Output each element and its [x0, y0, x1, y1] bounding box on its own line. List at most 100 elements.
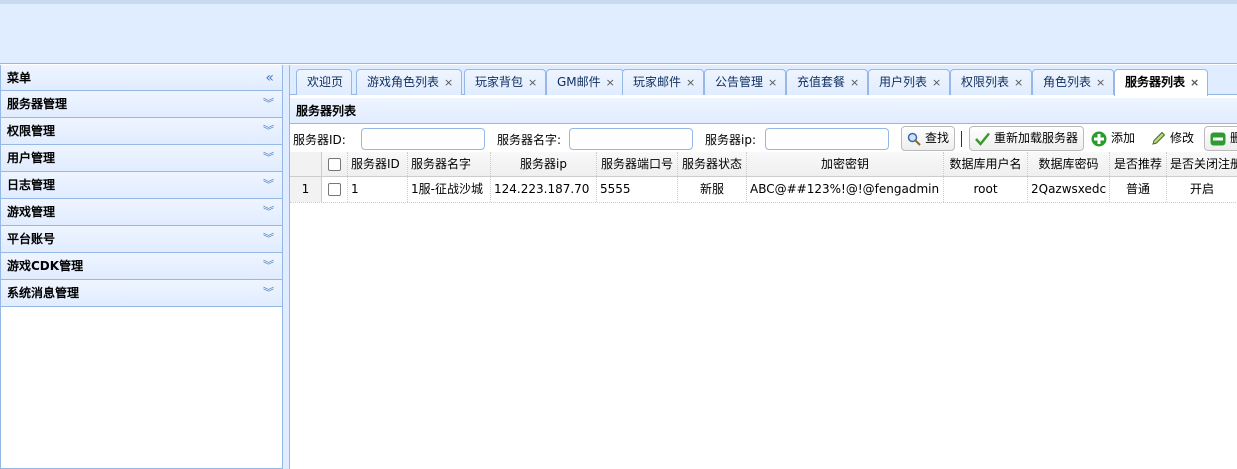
- sidebar-menu: 菜单 « 服务器管理 ︾ 权限管理 ︾ 用户管理 ︾ 日志管理 ︾ 游戏管理 ︾ 平台账号…: [0, 65, 283, 469]
- tab-label: 用户列表: [879, 75, 928, 89]
- tab-label: 权限列表: [961, 75, 1010, 89]
- tab-player-bag[interactable]: 玩家背包 ×: [464, 69, 547, 95]
- sidebar-item-platform-account[interactable]: 平台账号 ︾: [1, 226, 282, 253]
- server-id-label: 服务器ID:: [293, 133, 346, 147]
- tab-recharge-package[interactable]: 充值套餐 ×: [786, 69, 869, 95]
- sidebar-item-permission-management[interactable]: 权限管理 ︾: [1, 118, 282, 145]
- column-header[interactable]: 服务器ID: [348, 152, 408, 176]
- panel-title: 服务器列表: [290, 98, 1237, 124]
- server-ip-input[interactable]: [765, 128, 889, 150]
- close-icon[interactable]: ×: [686, 76, 695, 89]
- tab-label: 游戏角色列表: [367, 75, 440, 89]
- sidebar-item-label: 平台账号: [7, 232, 56, 246]
- sidebar-item-log-management[interactable]: 日志管理 ︾: [1, 172, 282, 199]
- search-toolbar: 服务器ID: 服务器名字: 服务器ip: 查找 重新加载服务器 添加 修改 删: [290, 124, 1237, 154]
- tab-role-list[interactable]: 角色列表 ×: [1032, 69, 1115, 95]
- chevron-down-icon: ︾: [263, 151, 274, 164]
- sidebar-item-cdk-management[interactable]: 游戏CDK管理 ︾: [1, 253, 282, 280]
- column-header[interactable]: 数据库密码: [1028, 152, 1110, 176]
- sidebar-item-label: 系统消息管理: [7, 286, 80, 300]
- search-button[interactable]: 查找: [901, 126, 956, 151]
- column-header[interactable]: 是否关闭注册: [1167, 152, 1237, 176]
- close-icon[interactable]: ×: [768, 76, 777, 89]
- close-icon[interactable]: ×: [1014, 76, 1023, 89]
- column-header[interactable]: 服务器ip: [491, 152, 597, 176]
- column-header[interactable]: 服务器状态: [678, 152, 747, 176]
- sidebar-title: 菜单: [7, 71, 32, 85]
- tab-user-list[interactable]: 用户列表 ×: [868, 69, 951, 95]
- add-button[interactable]: 添加: [1091, 126, 1135, 151]
- select-all-checkbox[interactable]: [328, 158, 341, 171]
- tab-server-list[interactable]: 服务器列表 ×: [1114, 69, 1209, 96]
- close-icon[interactable]: ×: [850, 76, 859, 89]
- pencil-icon: [1152, 131, 1166, 145]
- close-icon[interactable]: ×: [1190, 76, 1199, 89]
- chevron-down-icon: ︾: [263, 286, 274, 299]
- table-cell: root: [944, 177, 1028, 202]
- table-cell: 普通: [1110, 177, 1167, 202]
- sidebar-item-server-management[interactable]: 服务器管理 ︾: [1, 91, 282, 118]
- table-cell: 124.223.187.70: [491, 177, 597, 202]
- tab-announcement[interactable]: 公告管理 ×: [704, 69, 787, 95]
- select-all-checkbox-cell: [322, 152, 348, 176]
- chevron-down-icon: ︾: [263, 259, 274, 272]
- remove-icon: [1210, 132, 1226, 145]
- close-icon[interactable]: ×: [606, 76, 615, 89]
- row-number: 1: [290, 177, 322, 202]
- tab-game-role-list[interactable]: 游戏角色列表 ×: [356, 69, 463, 95]
- close-icon[interactable]: ×: [932, 76, 941, 89]
- chevron-down-icon: ︾: [263, 178, 274, 191]
- table-cell: 1: [348, 177, 408, 202]
- table-header: 服务器ID 服务器名字 服务器ip 服务器端口号 服务器状态 加密密钥 数据库用…: [290, 152, 1237, 177]
- close-icon[interactable]: ×: [528, 76, 537, 89]
- row-checkbox[interactable]: [328, 183, 341, 196]
- chevron-down-icon: ︾: [263, 205, 274, 218]
- sidebar-item-label: 游戏管理: [7, 205, 56, 219]
- server-ip-label: 服务器ip:: [705, 133, 756, 147]
- checkmark-icon: [975, 132, 990, 146]
- sidebar-header: 菜单 «: [1, 65, 282, 91]
- close-icon[interactable]: ×: [1096, 76, 1105, 89]
- sidebar-item-label: 游戏CDK管理: [7, 259, 84, 273]
- tab-label: 服务器列表: [1125, 75, 1186, 89]
- column-header[interactable]: 服务器端口号: [597, 152, 678, 176]
- sidebar-item-user-management[interactable]: 用户管理 ︾: [1, 145, 282, 172]
- tab-player-mail[interactable]: 玩家邮件 ×: [622, 69, 705, 95]
- sidebar-item-label: 日志管理: [7, 178, 56, 192]
- row-checkbox-cell: [322, 177, 348, 202]
- reload-servers-button[interactable]: 重新加载服务器: [969, 126, 1085, 151]
- tab-label: 充值套餐: [797, 75, 846, 89]
- chevron-down-icon: ︾: [263, 232, 274, 245]
- collapse-left-icon[interactable]: «: [265, 65, 274, 91]
- top-banner: [0, 0, 1237, 64]
- close-icon[interactable]: ×: [444, 76, 453, 89]
- column-header[interactable]: 是否推荐: [1110, 152, 1167, 176]
- tab-gm-mail[interactable]: GM邮件 ×: [546, 69, 624, 95]
- tab-welcome[interactable]: 欢迎页: [296, 69, 353, 95]
- delete-button[interactable]: 删: [1204, 126, 1237, 151]
- table-row[interactable]: 1 1 1服-征战沙城 124.223.187.70 5555 新服 ABC@#…: [290, 177, 1237, 203]
- server-name-input[interactable]: [569, 128, 693, 150]
- edit-button[interactable]: 修改: [1151, 126, 1194, 151]
- tab-label: 角色列表: [1043, 75, 1092, 89]
- server-id-input[interactable]: [361, 128, 485, 150]
- row-number-header: [290, 152, 322, 176]
- main-content: 欢迎页 游戏角色列表 × 玩家背包 × GM邮件 × 玩家邮件 × 公告管理 × 充值套餐…: [289, 65, 1237, 469]
- tab-permission-list[interactable]: 权限列表 ×: [950, 69, 1033, 95]
- sidebar-item-system-message-management[interactable]: 系统消息管理 ︾: [1, 280, 282, 307]
- sidebar-item-game-management[interactable]: 游戏管理 ︾: [1, 199, 282, 226]
- table-cell: 开启: [1167, 177, 1237, 202]
- column-header[interactable]: 服务器名字: [408, 152, 491, 176]
- tab-label: 玩家背包: [475, 75, 524, 89]
- column-header[interactable]: 加密密钥: [747, 152, 944, 176]
- add-icon: [1091, 131, 1107, 146]
- sidebar-item-label: 服务器管理: [7, 97, 68, 111]
- search-button-label: 查找: [925, 131, 950, 145]
- table-cell: 5555: [597, 177, 678, 202]
- sidebar-item-label: 权限管理: [7, 124, 56, 138]
- table-cell: 2Qazwsxedc: [1028, 177, 1110, 202]
- search-icon: [907, 132, 921, 146]
- column-header[interactable]: 数据库用户名: [944, 152, 1028, 176]
- add-button-label: 添加: [1111, 131, 1136, 145]
- table-cell: 1服-征战沙城: [408, 177, 491, 202]
